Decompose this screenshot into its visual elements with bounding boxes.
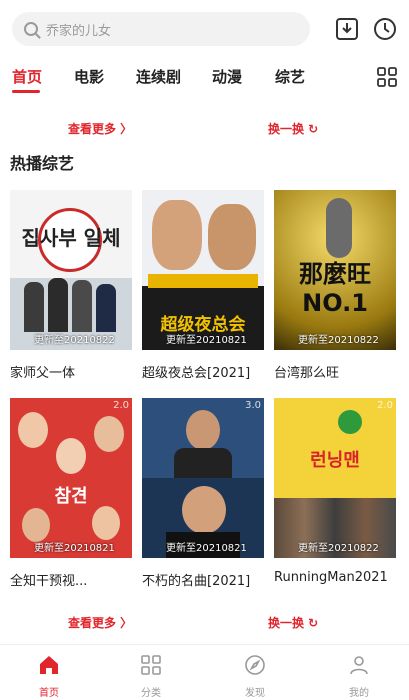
score-badge: 3.0: [245, 400, 261, 411]
grid-icon: [141, 655, 161, 675]
show-title: 超级夜总会[2021]: [142, 366, 251, 381]
poster-title-art: 집사부 일체: [21, 226, 121, 250]
bottom-links-row: 查看更多 〉 换一换 ↻: [0, 614, 409, 634]
show-poster: 超级夜总会 更新至20210821: [142, 190, 264, 350]
show-card[interactable]: 那麼旺 NO.1 更新至20210822 台湾那么旺: [274, 190, 396, 381]
update-badge: 更新至20210822: [298, 543, 379, 554]
tab-series[interactable]: 连续剧: [136, 66, 181, 87]
change-batch-link[interactable]: 换一换 ↻: [268, 120, 318, 137]
nav-label: 我的: [349, 688, 369, 699]
show-card[interactable]: 超级夜总会 更新至20210821 超级夜总会[2021]: [142, 190, 264, 381]
nav-label: 首页: [39, 688, 59, 699]
view-more-link[interactable]: 查看更多 〉: [68, 614, 132, 631]
show-poster: 2.0 참견 更新至20210821: [10, 398, 132, 558]
person-icon: [350, 656, 368, 675]
show-card[interactable]: 2.0 런닝맨 更新至20210822 RunningMan2021: [274, 398, 396, 585]
tab-anime[interactable]: 动漫: [212, 66, 242, 87]
top-links-row: 查看更多 〉 换一换 ↻: [0, 120, 409, 140]
update-badge: 更新至20210821: [34, 543, 115, 554]
update-badge: 更新至20210821: [166, 543, 247, 554]
show-card[interactable]: 3.0 更新至20210821 不朽的名曲[2021]: [142, 398, 264, 589]
poster-title-art: 런닝맨: [310, 450, 360, 471]
nav-profile[interactable]: 我的: [334, 653, 384, 700]
show-title: 台湾那么旺: [274, 366, 340, 381]
show-poster: 3.0 更新至20210821: [142, 398, 264, 558]
score-badge: 2.0: [377, 400, 393, 411]
nav-discover[interactable]: 发现: [230, 653, 280, 700]
nav-home[interactable]: 首页: [24, 653, 74, 700]
history-icon[interactable]: [372, 16, 398, 42]
update-badge: 更新至20210822: [298, 335, 379, 346]
nav-label: 发现: [245, 688, 265, 699]
show-poster: 那麼旺 NO.1 更新至20210822: [274, 190, 396, 350]
home-icon: [40, 656, 58, 674]
show-poster: 2.0 런닝맨 更新至20210822: [274, 398, 396, 558]
tab-variety[interactable]: 综艺: [275, 66, 305, 87]
show-title: RunningMan2021: [274, 570, 388, 585]
show-card[interactable]: 집사부 일체 更新至20210822 家师父一体: [10, 190, 132, 381]
section-title: 热播综艺: [10, 154, 75, 173]
show-card[interactable]: 2.0 참견 更新至20210821 全知干预视...: [10, 398, 132, 589]
bottom-nav: 首页 分类 发现 我的: [0, 644, 409, 700]
score-badge: 2.0: [113, 400, 129, 411]
grid-menu-icon[interactable]: [376, 66, 398, 88]
category-tabs: 首页 电影 连续剧 动漫 综艺: [12, 66, 397, 96]
poster-title-art: 那麼旺 NO.1: [299, 260, 371, 317]
search-placeholder: 乔家的儿女: [46, 23, 112, 39]
change-batch-link[interactable]: 换一换 ↻: [268, 614, 318, 631]
tab-movie[interactable]: 电影: [74, 66, 104, 87]
show-title: 不朽的名曲[2021]: [142, 574, 251, 589]
update-badge: 更新至20210821: [166, 335, 247, 346]
nav-category[interactable]: 分类: [126, 653, 176, 700]
nav-label: 分类: [141, 688, 161, 699]
compass-icon: [245, 655, 265, 675]
view-more-link[interactable]: 查看更多 〉: [68, 120, 132, 137]
tab-home[interactable]: 首页: [12, 66, 42, 87]
search-icon: [24, 22, 38, 36]
download-icon[interactable]: [334, 16, 360, 42]
show-title: 家师父一体: [10, 366, 76, 381]
search-input[interactable]: 乔家的儿女: [12, 12, 310, 46]
update-badge: 更新至20210822: [34, 335, 115, 346]
active-tab-indicator: [12, 90, 40, 93]
poster-title-art: 참견: [54, 486, 88, 507]
show-title: 全知干预视...: [10, 574, 88, 589]
show-poster: 집사부 일체 更新至20210822: [10, 190, 132, 350]
